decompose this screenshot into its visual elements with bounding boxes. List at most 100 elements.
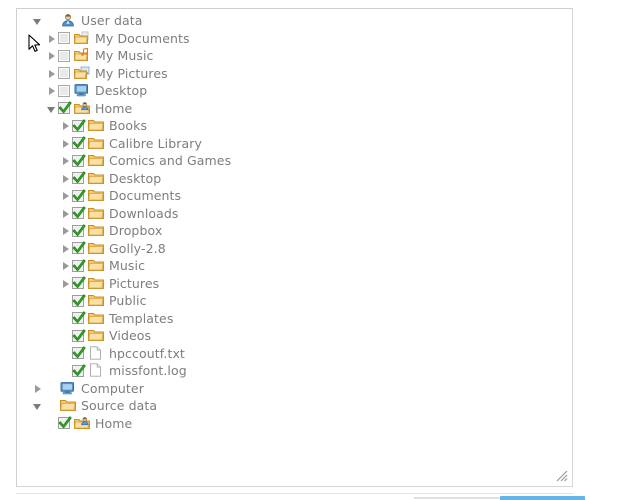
tree-item-checkbox[interactable] bbox=[58, 416, 72, 430]
tree-item-label: Home bbox=[95, 100, 133, 116]
folder-icon bbox=[88, 328, 105, 343]
tree-item-label: My Pictures bbox=[95, 65, 168, 81]
tree-item[interactable]: Source data bbox=[17, 397, 572, 415]
tree-item-label: hpccoutf.txt bbox=[109, 345, 185, 361]
tree-item[interactable]: Computer bbox=[17, 380, 572, 398]
tree-item[interactable]: missfont.log bbox=[17, 362, 572, 380]
tree-item-checkbox[interactable] bbox=[72, 189, 86, 203]
tree-item-checkbox[interactable] bbox=[72, 154, 86, 168]
tree-item-label: Golly-2.8 bbox=[109, 240, 166, 256]
tree-item-checkbox[interactable] bbox=[72, 311, 86, 325]
tree-item-label: Dropbox bbox=[109, 223, 163, 239]
tree-item[interactable]: Home bbox=[17, 415, 572, 433]
tree-item-label: Videos bbox=[109, 328, 152, 344]
tree-item[interactable]: User data bbox=[17, 12, 572, 30]
bottom-separator bbox=[16, 493, 573, 494]
tree-item[interactable]: Music bbox=[17, 257, 572, 275]
tree-item-checkbox[interactable] bbox=[72, 329, 86, 343]
tree-item-label: Desktop bbox=[95, 83, 148, 99]
tree-item[interactable]: Desktop bbox=[17, 82, 572, 100]
tree-item-checkbox[interactable] bbox=[72, 206, 86, 220]
tree-item-label: Downloads bbox=[109, 205, 179, 221]
tree-view[interactable]: User data My Documents My Music My Pictures… bbox=[17, 12, 572, 486]
folder-icon bbox=[88, 223, 105, 238]
tree-item-checkbox[interactable] bbox=[58, 49, 72, 63]
tree-item-checkbox[interactable] bbox=[58, 84, 72, 98]
tree-item[interactable]: My Pictures bbox=[17, 65, 572, 83]
tree-item[interactable]: Public bbox=[17, 292, 572, 310]
tree-item-checkbox[interactable] bbox=[72, 136, 86, 150]
tree-item-label: Books bbox=[109, 118, 148, 134]
folder-icon bbox=[88, 153, 105, 168]
tree-item-label: Music bbox=[109, 258, 146, 274]
tree-item-label: Desktop bbox=[109, 170, 162, 186]
tree-item-checkbox[interactable] bbox=[72, 276, 86, 290]
chevron-right-icon[interactable] bbox=[45, 84, 58, 97]
chevron-right-icon[interactable] bbox=[31, 382, 44, 395]
tree-item-checkbox[interactable] bbox=[58, 66, 72, 80]
folder-icon bbox=[88, 136, 105, 151]
chevron-right-icon[interactable] bbox=[45, 49, 58, 62]
chevron-right-icon[interactable] bbox=[45, 67, 58, 80]
folder-icon bbox=[88, 241, 105, 256]
tree-item-label: My Documents bbox=[95, 30, 190, 46]
folder-icon bbox=[88, 293, 105, 308]
tree-item-checkbox[interactable] bbox=[72, 224, 86, 238]
folder-icon bbox=[88, 206, 105, 221]
tree-item-label: missfont.log bbox=[109, 363, 187, 379]
tree-item[interactable]: Videos bbox=[17, 327, 572, 345]
tree-item-checkbox[interactable] bbox=[58, 31, 72, 45]
tree-item[interactable]: Documents bbox=[17, 187, 572, 205]
tree-item-checkbox[interactable] bbox=[72, 259, 86, 273]
chevron-down-icon[interactable] bbox=[31, 14, 44, 27]
folder-icon bbox=[88, 171, 105, 186]
tree-item-label: Computer bbox=[81, 380, 144, 396]
tree-item-checkbox[interactable] bbox=[72, 294, 86, 308]
tree-item-checkbox[interactable] bbox=[72, 346, 86, 360]
folder-pictures-icon bbox=[74, 66, 91, 81]
tree-item-checkbox[interactable] bbox=[58, 101, 72, 115]
tree-item[interactable]: Templates bbox=[17, 310, 572, 328]
folder-icon bbox=[88, 188, 105, 203]
folder-home-icon bbox=[74, 416, 91, 431]
monitor-icon bbox=[74, 83, 91, 98]
tree-item-checkbox[interactable] bbox=[72, 241, 86, 255]
file-icon bbox=[88, 363, 105, 378]
chevron-right-icon[interactable] bbox=[45, 32, 58, 45]
tree-item[interactable]: Home bbox=[17, 100, 572, 118]
tree-item[interactable]: My Documents bbox=[17, 30, 572, 48]
tree-item[interactable]: Books bbox=[17, 117, 572, 135]
tree-item-checkbox[interactable] bbox=[72, 119, 86, 133]
tree-item-label: My Music bbox=[95, 48, 154, 64]
tree-item-label: Comics and Games bbox=[109, 153, 232, 169]
resize-grip-icon[interactable] bbox=[556, 470, 568, 482]
tree-item-checkbox[interactable] bbox=[72, 364, 86, 378]
user-icon bbox=[60, 13, 77, 28]
tree-item-label: Home bbox=[95, 415, 133, 431]
monitor-icon bbox=[60, 381, 77, 396]
tree-item[interactable]: Downloads bbox=[17, 205, 572, 223]
tree-item[interactable]: Dropbox bbox=[17, 222, 572, 240]
bottom-primary-button[interactable] bbox=[500, 496, 585, 500]
chevron-down-icon[interactable] bbox=[31, 399, 44, 412]
folder-icon bbox=[88, 118, 105, 133]
tree-item[interactable]: hpccoutf.txt bbox=[17, 345, 572, 363]
folder-icon bbox=[88, 276, 105, 291]
tree-item-label: Documents bbox=[109, 188, 182, 204]
folder-music-icon bbox=[74, 48, 91, 63]
tree-item[interactable]: Comics and Games bbox=[17, 152, 572, 170]
tree-item[interactable]: Golly-2.8 bbox=[17, 240, 572, 258]
source-selection-panel[interactable]: User data My Documents My Music My Pictures… bbox=[16, 8, 573, 487]
tree-item[interactable]: My Music bbox=[17, 47, 572, 65]
tree-item-checkbox[interactable] bbox=[72, 171, 86, 185]
tree-item-label: Templates bbox=[109, 310, 174, 326]
tree-item[interactable]: Pictures bbox=[17, 275, 572, 293]
tree-item[interactable]: Desktop bbox=[17, 170, 572, 188]
folder-icon bbox=[88, 258, 105, 273]
file-icon bbox=[88, 346, 105, 361]
folder-documents-icon bbox=[74, 31, 91, 46]
tree-item-label: User data bbox=[81, 13, 143, 29]
tree-item[interactable]: Calibre Library bbox=[17, 135, 572, 153]
bottom-button-left[interactable] bbox=[414, 497, 500, 499]
tree-item-label: Public bbox=[109, 293, 147, 309]
